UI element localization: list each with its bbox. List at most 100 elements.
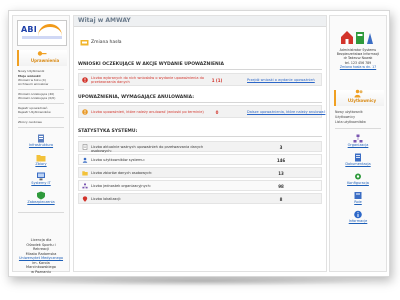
- admin-info: Administrator Systemu Bezpieczeństwa Inf…: [332, 48, 384, 69]
- nav-section-label: Uprawnienia: [30, 58, 60, 63]
- warning-icon: [82, 109, 88, 115]
- nav-security[interactable]: Zabezpieczenia: [18, 191, 64, 206]
- divider: [18, 127, 64, 128]
- revoke-count: 0: [215, 110, 219, 115]
- stat-label: Liczba jednostek organizacyjnych:: [91, 184, 151, 188]
- stat-value: 8: [279, 197, 283, 202]
- nav-roles[interactable]: Role: [335, 191, 381, 206]
- stat-row: Liczba zbiorów danych osobowych: 13: [78, 167, 322, 178]
- right-sidebar: Administrator Systemu Bezpieczeństwa Inf…: [329, 15, 387, 272]
- stat-label: Liczba aktualnie ważnych upoważnień do p…: [91, 145, 204, 153]
- document-icon: [82, 144, 88, 150]
- stat-row: Liczba użytkowników systemu: 146: [78, 154, 322, 165]
- stat-row: Liczba aktualnie ważnych upoważnień do p…: [78, 141, 322, 153]
- nav-configuration[interactable]: Konfiguracja: [335, 172, 381, 187]
- pending-requests-row: Liczba wybranych do nich wniosków o wyda…: [78, 73, 322, 86]
- config-icon: [355, 173, 361, 180]
- section-revoke-title: UPOWAŻNIENIA, WYMAGAJĄCE ANULOWANIA:: [78, 95, 322, 103]
- nav-link-personal-data-sets[interactable]: Zbiory osobowe: [18, 120, 66, 124]
- folder-icon: [36, 155, 46, 162]
- home-icons[interactable]: [337, 28, 377, 46]
- license-info: Licencja dla Ośrodek Sportu i Rekreacji …: [18, 238, 64, 274]
- revoke-row: Liczba upoważnień, które należy anulować…: [78, 105, 325, 118]
- nav-organization-label: Organizacja: [347, 143, 369, 147]
- stat-row: Liczba lokalizacji: 8: [78, 193, 322, 204]
- stat-label: Liczba lokalizacji:: [91, 197, 122, 201]
- divider: [18, 103, 64, 104]
- key-icon: [37, 51, 47, 56]
- warning-icon: [82, 77, 88, 83]
- stat-label: Liczba zbiorów danych osobowych:: [91, 171, 153, 175]
- nav-data-sets-label: Zbiory: [35, 162, 47, 166]
- divider: [18, 89, 64, 90]
- org-icon: [353, 134, 363, 143]
- nav-organization[interactable]: Organizacja: [335, 134, 381, 149]
- server-icon: [38, 134, 44, 143]
- admin-link[interactable]: Zmiana hasła w dn. 17: [332, 65, 384, 69]
- nav-information-label: Informacje: [348, 219, 368, 223]
- org-icon: [82, 183, 88, 189]
- role-icon: [354, 192, 362, 199]
- stat-row: Liczba jednostek organizacyjnych: 98: [78, 180, 322, 191]
- license-line: w Poznaniu: [31, 269, 51, 274]
- revoke-link[interactable]: Dalsze upoważnienia, które należy anulow…: [247, 110, 325, 114]
- page-title-bar: Witaj w AMWAY: [74, 16, 326, 27]
- pending-requests-text: Liczba wybranych do nich wniosków o wyda…: [91, 76, 204, 84]
- password-icon: [80, 40, 89, 46]
- page: ABI Uprawnienia Nowy Użytkownik Moje wni…: [0, 0, 400, 300]
- nav-link-pending-requests-2[interactable]: Wnioski oczekujące (0/0): [18, 96, 66, 100]
- nav-link-user-register[interactable]: Rejestr Użytkowników: [18, 110, 66, 114]
- page-shadow: [20, 276, 380, 286]
- logo-text: ABI: [21, 25, 37, 34]
- nav-configuration-label: Konfiguracja: [347, 181, 369, 185]
- logo-underline: [22, 36, 62, 39]
- stat-value: 98: [278, 184, 284, 189]
- users-icon: [354, 89, 363, 98]
- section-stats-title: STATYSTYKA SYSTEMU:: [78, 129, 322, 137]
- pending-requests-link[interactable]: Przejdź wnioski o wydanie upoważnień: [247, 78, 315, 82]
- nav-information[interactable]: Informacje: [335, 210, 381, 225]
- location-icon: [82, 196, 88, 202]
- section-pending-requests-title: WNIOSKI OCZEKUJĄCE W AKCJE WYDANIE UPOWA…: [78, 62, 322, 70]
- stat-value: 146: [276, 158, 286, 163]
- app-window: ABI Uprawnienia Nowy Użytkownik Moje wni…: [8, 10, 390, 277]
- nav-documentation[interactable]: Dokumentacja: [335, 153, 381, 168]
- nav-link-new-user[interactable]: Nowy użytkownik: [335, 110, 383, 114]
- nav-section-uprawnienia[interactable]: Uprawnienia: [17, 50, 67, 66]
- nav-section-users[interactable]: Użytkownicy: [334, 89, 384, 106]
- stat-value: 3: [279, 145, 283, 150]
- abi-logo[interactable]: ABI: [17, 20, 67, 46]
- license-link[interactable]: Uniwersytet Medycznego: [18, 256, 64, 261]
- main-content: Witaj w AMWAY Zmiana hasła WNIOSKI OCZEK…: [73, 15, 327, 272]
- nav-link-users[interactable]: Użytkownicy: [335, 115, 383, 119]
- change-password-label: Zmiana hasła: [91, 40, 122, 45]
- nav-roles-label: Role: [354, 200, 362, 204]
- nav-infrastructure[interactable]: Infrastruktura: [18, 134, 64, 149]
- nav-link-new-user[interactable]: Nowy Użytkownik: [18, 69, 66, 73]
- stat-label: Liczba użytkowników systemu:: [91, 158, 145, 162]
- folder-icon: [82, 171, 88, 176]
- info-icon: [354, 210, 362, 219]
- nav-security-label: Zabezpieczenia: [27, 200, 55, 204]
- page-title: Witaj w AMWAY: [78, 17, 131, 24]
- revoke-text: Liczba upoważnień, które należy anulować…: [91, 110, 204, 114]
- nav-link-requests-archive[interactable]: Archiwum wniosków: [18, 82, 66, 86]
- divider: [18, 212, 64, 213]
- pending-requests-count: 1 (1): [211, 78, 223, 83]
- computer-icon: [37, 172, 45, 181]
- nav-link-user-list[interactable]: Lista użytkowników: [335, 120, 383, 124]
- nav-infrastructure-label: Infrastruktura: [28, 143, 54, 147]
- user-icon: [82, 157, 88, 163]
- divider: [18, 117, 64, 118]
- stat-value: 13: [278, 171, 284, 176]
- nav-data-sets[interactable]: Zbiory: [18, 153, 64, 168]
- nav-it-systems[interactable]: Systemy IT: [18, 172, 64, 187]
- nav-section-label: Użytkownicy: [347, 98, 377, 103]
- left-sidebar: ABI Uprawnienia Nowy Użytkownik Moje wni…: [12, 15, 70, 274]
- shield-icon: [37, 191, 45, 200]
- license-line: Ośrodek Sportu i Rekreacji: [26, 242, 56, 252]
- license-line: im. Karola Marcinkowskiego: [26, 260, 56, 270]
- nav-documentation-label: Dokumentacja: [345, 162, 371, 166]
- docs-icon: [355, 153, 361, 162]
- divider: [335, 128, 381, 129]
